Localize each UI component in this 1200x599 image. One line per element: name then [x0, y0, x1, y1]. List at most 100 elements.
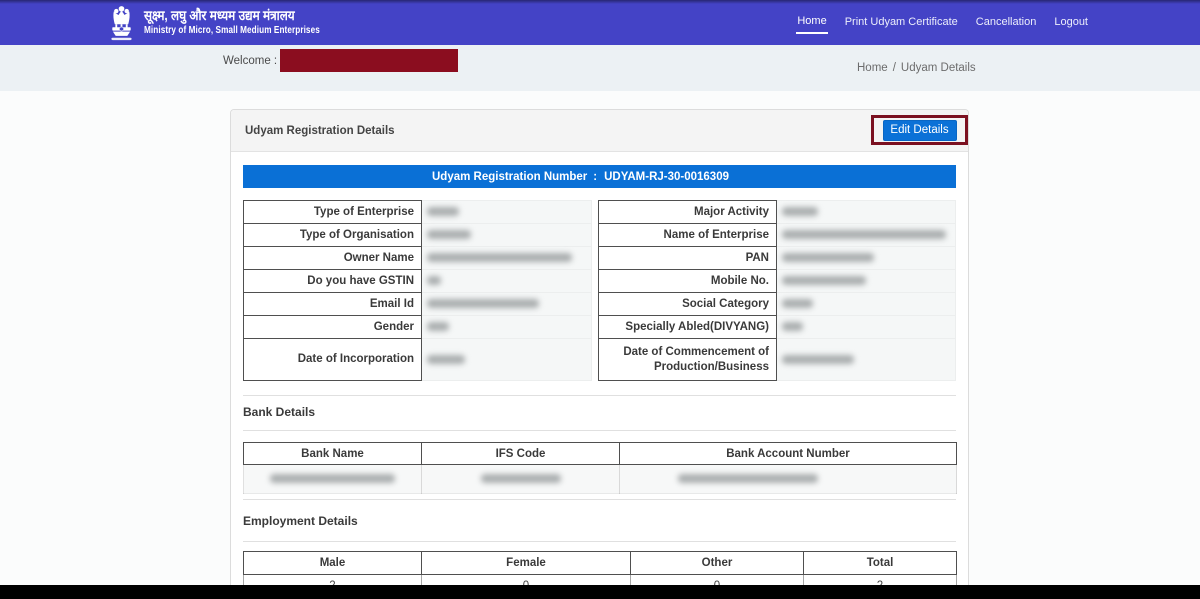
detail-row-social-category: Social Category [598, 292, 956, 316]
detail-row-pan: PAN [598, 246, 956, 270]
redacted-value-blur [427, 230, 471, 240]
redacted-value-blur [782, 253, 874, 263]
details-table-right: Major Activity Name of Enterprise PAN Mobil… [598, 200, 956, 381]
breadcrumb-home[interactable]: Home [857, 62, 888, 74]
field-value-major-activity [776, 200, 956, 224]
field-value-date-of-incorporation [421, 338, 592, 381]
detail-row-date-of-commencement-of-production-business: Date of Commencement of Production/Busin… [598, 338, 956, 381]
field-label-social-category: Social Category [598, 292, 777, 316]
field-label-owner-name: Owner Name [243, 246, 422, 270]
redacted-value-blur [782, 230, 946, 240]
field-label-email-id: Email Id [243, 292, 422, 316]
nav-link-cancellation[interactable]: Cancellation [975, 13, 1038, 33]
field-value-gender [421, 315, 592, 339]
field-value-type-of-organisation [421, 223, 592, 247]
field-value-do-you-have-gstin [421, 269, 592, 293]
redacted-value-blur [782, 276, 866, 286]
redacted-value-blur [427, 253, 572, 263]
field-label-major-activity: Major Activity [598, 200, 777, 224]
field-label-name-of-enterprise: Name of Enterprise [598, 223, 777, 247]
employment-header-other: Other [630, 551, 804, 575]
nav-links: Home Print Udyam Certificate Cancellation L… [796, 0, 1089, 45]
redacted-value-blur [480, 474, 561, 484]
top-navbar: सूक्ष्म, लघु और मध्यम उद्यम मंत्रालय Min… [0, 0, 1200, 45]
detail-row-date-of-incorporation: Date of Incorporation [243, 338, 592, 381]
detail-row-type-of-enterprise: Type of Enterprise [243, 200, 592, 224]
employment-header-male: Male [243, 551, 422, 575]
employment-header-total: Total [803, 551, 957, 575]
field-value-pan [776, 246, 956, 270]
redacted-value-blur [782, 322, 803, 332]
detail-row-name-of-enterprise: Name of Enterprise [598, 223, 956, 247]
field-value-social-category [776, 292, 956, 316]
field-label-gender: Gender [243, 315, 422, 339]
udyam-number-separator: : [593, 170, 598, 183]
field-label-date-of-incorporation: Date of Incorporation [243, 338, 422, 381]
field-value-name-of-enterprise [776, 223, 956, 247]
bank-details-title: Bank Details [243, 405, 316, 419]
field-label-pan: PAN [598, 246, 777, 270]
redacted-user-name [280, 49, 459, 72]
udyam-number-label: Udyam Registration Number [432, 170, 588, 183]
screenshot-bottom-black-bar [0, 585, 1200, 599]
redacted-value-blur [782, 354, 854, 364]
welcome-message: Welcome : [223, 45, 459, 91]
brand-text: सूक्ष्म, लघु और मध्यम उद्यम मंत्रालय Min… [144, 7, 369, 37]
field-value-specially-abled-divyang [776, 315, 956, 339]
welcome-bar: Welcome : Home / Udyam Details [0, 45, 1200, 91]
detail-row-major-activity: Major Activity [598, 200, 956, 224]
brand-hindi: सूक्ष्म, लघु और मध्यम उद्यम मंत्रालय [144, 7, 295, 23]
card-header: Udyam Registration Details Edit Details [231, 110, 968, 152]
field-label-specially-abled-divyang: Specially Abled(DIVYANG) [598, 315, 777, 339]
field-value-email-id [421, 292, 592, 316]
field-value-date-of-commencement-of-production-business [776, 338, 956, 381]
detail-row-owner-name: Owner Name [243, 246, 592, 270]
detail-row-specially-abled-divyang: Specially Abled(DIVYANG) [598, 315, 956, 339]
page-title: Udyam Registration Details [245, 125, 395, 137]
field-value-type-of-enterprise [421, 200, 592, 224]
bank-data-row [243, 464, 957, 494]
details-table-left: Type of Enterprise Type of Organisation Ow… [243, 200, 592, 381]
employment-header-female: Female [421, 551, 631, 575]
redacted-value-blur [427, 322, 449, 332]
main-content: Udyam Registration Details Edit Details … [0, 91, 1200, 599]
nav-link-home[interactable]: Home [796, 12, 828, 34]
bank-details-table: Bank Name IFS Code Bank Account Number [243, 442, 957, 494]
field-label-do-you-have-gstin: Do you have GSTIN [243, 269, 422, 293]
bank-value-ifs-code [421, 464, 620, 494]
bank-header-ifs-code: IFS Code [421, 442, 620, 465]
field-value-mobile-no [776, 269, 956, 293]
section-divider [243, 430, 956, 431]
bank-header-bank-name: Bank Name [243, 442, 422, 465]
section-divider [243, 499, 956, 500]
nav-link-logout[interactable]: Logout [1053, 13, 1089, 33]
redacted-value-blur [427, 299, 539, 309]
detail-row-email-id: Email Id [243, 292, 592, 316]
page: सूक्ष्म, लघु और मध्यम उद्यम मंत्रालय Min… [0, 0, 1200, 599]
detail-row-gender: Gender [243, 315, 592, 339]
bank-value-bank-name [243, 464, 422, 494]
brand-english: Ministry of Micro, Small Medium Enterpri… [144, 24, 320, 37]
registration-detail-tables: Type of Enterprise Type of Organisation Ow… [243, 200, 956, 381]
bank-header-bank-account-number: Bank Account Number [619, 442, 957, 465]
field-label-type-of-enterprise: Type of Enterprise [243, 200, 422, 224]
ministry-brand: सूक्ष्म, लघु और मध्यम उद्यम मंत्रालय Min… [108, 0, 369, 45]
nav-link-print-udyam-certificate[interactable]: Print Udyam Certificate [844, 13, 959, 33]
udyam-number-banner: Udyam Registration Number : UDYAM-RJ-30-… [243, 165, 956, 188]
edit-details-button[interactable]: Edit Details [882, 119, 957, 141]
detail-row-type-of-organisation: Type of Organisation [243, 223, 592, 247]
section-divider [243, 541, 956, 542]
redacted-value-blur [427, 354, 465, 364]
breadcrumb: Home / Udyam Details [857, 45, 976, 91]
detail-row-do-you-have-gstin: Do you have GSTIN [243, 269, 592, 293]
welcome-label: Welcome : [223, 55, 278, 67]
national-emblem-icon [111, 5, 132, 40]
registration-details-card: Udyam Registration Details Edit Details … [230, 109, 969, 599]
udyam-number-value: UDYAM-RJ-30-0016309 [604, 170, 729, 183]
card-body: Udyam Registration Number : UDYAM-RJ-30-… [231, 165, 968, 599]
redacted-value-blur [782, 299, 813, 309]
redacted-value-blur [678, 474, 818, 484]
breadcrumb-udyam-details: Udyam Details [900, 62, 976, 74]
detail-row-mobile-no: Mobile No. [598, 269, 956, 293]
field-value-owner-name [421, 246, 592, 270]
